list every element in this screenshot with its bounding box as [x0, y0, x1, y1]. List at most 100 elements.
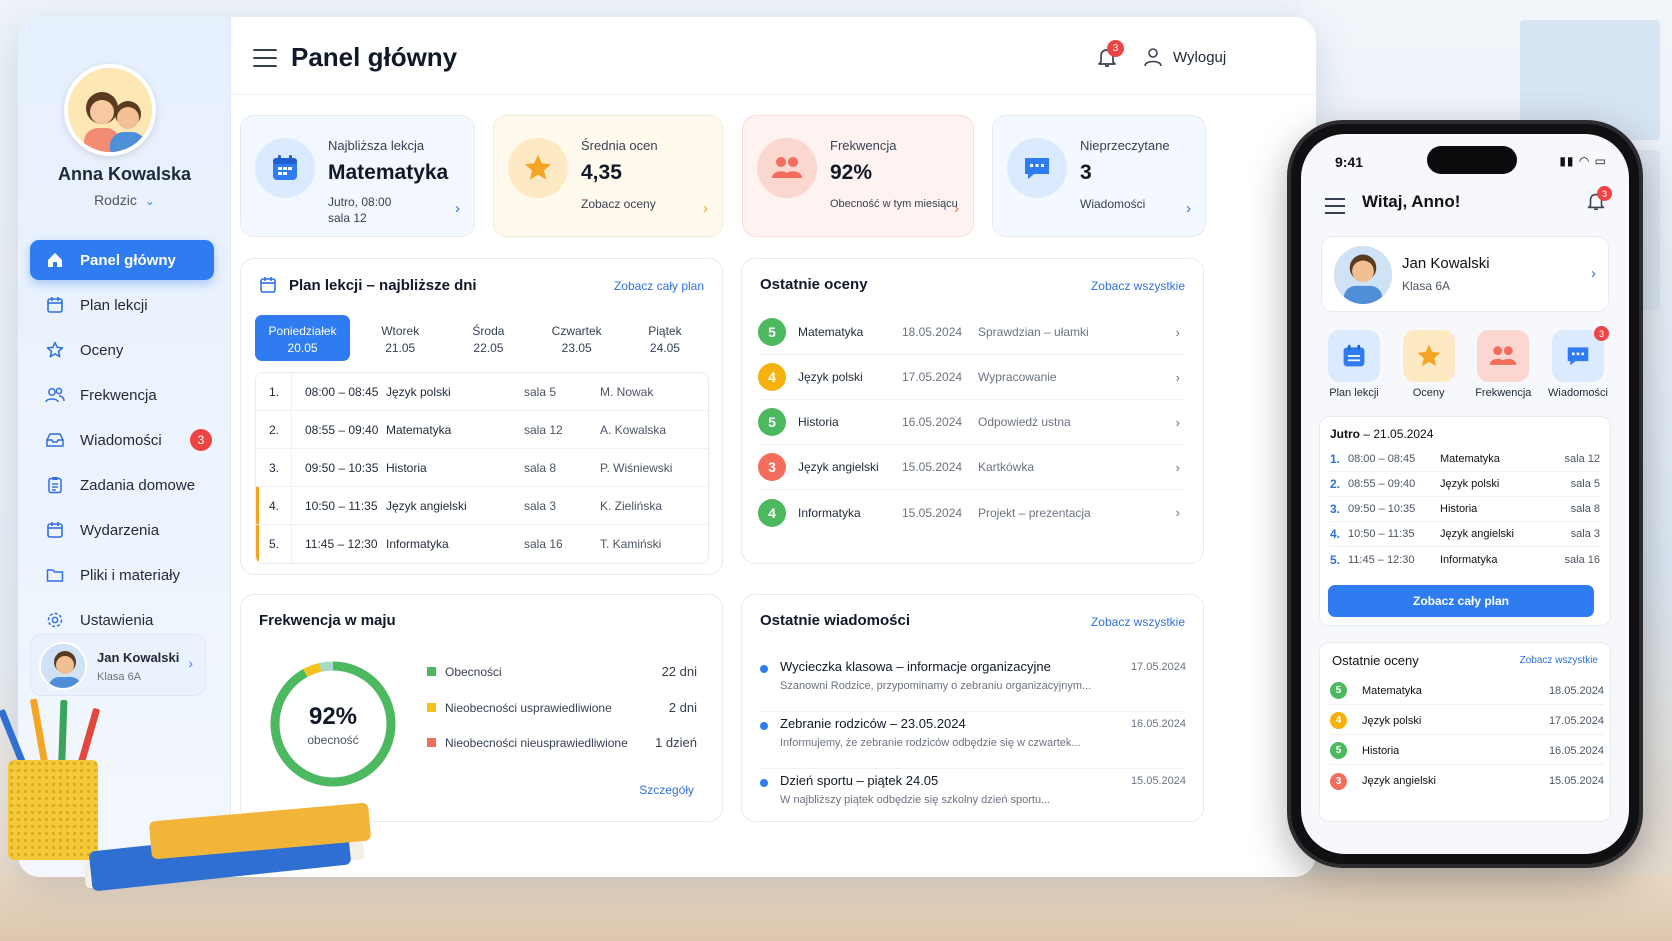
grade-badge: 5	[758, 318, 786, 346]
list-item[interactable]: 1. 08:00 – 08:45 Matematyka sala 12	[1330, 447, 1600, 472]
unread-dot	[760, 779, 768, 787]
list-item[interactable]: 3. 09:50 – 10:35 Historia sala 8	[1330, 497, 1600, 522]
stat-card-attendance[interactable]: Frekwencja 92% Obecność w tym miesiącu ›	[742, 115, 974, 237]
sidebar-item-oceny[interactable]: Oceny	[30, 330, 214, 370]
see-all-grades-link[interactable]: Zobacz wszystkie	[1520, 655, 1598, 666]
sidebar-item-wydarzenia[interactable]: Wydarzenia	[30, 510, 214, 550]
table-row[interactable]: 4. 10:50 – 11:35 Język angielski sala 3 K. Z…	[256, 487, 708, 525]
tab-day[interactable]: Wtorek 21.05	[356, 315, 444, 361]
lesson-number: 4.	[256, 487, 292, 524]
stat-card-unread[interactable]: Nieprzeczytane 3 Wiadomości ›	[992, 115, 1206, 237]
legend-label: Nieobecności nieusprawiedliwione	[445, 735, 628, 750]
list-item[interactable]: 4. 10:50 – 11:35 Język angielski sala 3	[1330, 522, 1600, 547]
message-preview: Informujemy, że zebranie rodziców odbędz…	[780, 737, 1081, 749]
user-role-selector[interactable]: Rodzic ⌄	[18, 192, 231, 208]
menu-icon[interactable]	[1325, 198, 1345, 219]
grade-row[interactable]: 4 Informatyka 15.05.2024 Projekt – prezenta…	[758, 490, 1186, 535]
user-icon	[1144, 48, 1162, 67]
attendance-title: Frekwencja w maju	[259, 612, 396, 629]
message-item[interactable]: Zebranie rodziców – 23.05.2024 Informujem…	[758, 713, 1186, 769]
grade-row[interactable]: 5 Historia 16.05.2024 Odpowiedź ustna ›	[758, 400, 1186, 445]
see-full-plan-button[interactable]: Zobacz cały plan	[1328, 585, 1594, 617]
chevron-right-icon: ›	[1591, 265, 1596, 282]
quick-wiadomosci[interactable]: Wiadomości 3	[1543, 326, 1613, 399]
lesson-room: sala 8	[524, 460, 557, 475]
lesson-time: 09:50 – 10:35	[305, 460, 379, 475]
dashboard-window: Anna Kowalska Rodzic ⌄ Panel główny Plan …	[18, 17, 1316, 877]
list-item[interactable]: 5 Matematyka 18.05.2024	[1330, 677, 1604, 705]
stat-time: Jutro, 08:00	[328, 195, 392, 209]
chevron-right-icon: ›	[188, 655, 193, 671]
user-avatar[interactable]	[64, 64, 156, 156]
tab-day[interactable]: Środa 22.05	[444, 315, 532, 361]
unread-badge: 3	[190, 429, 212, 451]
logout-button[interactable]: Wyloguj	[1143, 47, 1226, 67]
legend-label: Nieobecności usprawiedliwione	[445, 700, 612, 715]
lesson-time: 10:50 – 11:35	[305, 498, 378, 513]
see-all-messages-link[interactable]: Zobacz wszystkie	[1091, 615, 1185, 629]
inbox-icon	[44, 429, 66, 451]
grade-row[interactable]: 5 Matematyka 18.05.2024 Sprawdzian – ułamki…	[758, 310, 1186, 355]
quick-oceny[interactable]: Oceny	[1394, 330, 1464, 399]
lesson-teacher: M. Nowak	[600, 384, 654, 399]
lesson-room: sala 5	[524, 384, 557, 399]
lesson-subject: Matematyka	[386, 422, 452, 437]
lesson-subject: Matematyka	[1440, 453, 1500, 465]
lesson-subject: Informatyka	[386, 537, 449, 551]
user-name: Anna Kowalska	[57, 164, 192, 184]
details-link[interactable]: Szczegóły	[639, 783, 694, 797]
stat-link[interactable]: Zobacz oceny	[581, 196, 656, 212]
stat-card-average[interactable]: Średnia ocen 4,35 Zobacz oceny ›	[493, 115, 723, 237]
calendar-icon	[255, 138, 315, 198]
table-row[interactable]: 1. 08:00 – 08:45 Język polski sala 5 M. Nowa…	[256, 373, 708, 411]
list-item[interactable]: 2. 08:55 – 09:40 Język polski sala 5	[1330, 472, 1600, 497]
grade-desc: Sprawdzian – ułamki	[978, 325, 1089, 339]
message-preview: Szanowni Rodzice, przypominamy o zebrani…	[780, 680, 1092, 692]
lesson-time: 11:45 – 12:30	[305, 537, 378, 551]
see-all-grades-link[interactable]: Zobacz wszystkie	[1091, 279, 1185, 293]
list-item[interactable]: 5. 11:45 – 12:30 Informatyka sala 16	[1330, 547, 1600, 572]
chevron-right-icon: ›	[1186, 200, 1191, 217]
grade-row[interactable]: 3 Język angielski 15.05.2024 Kartkówka ›	[758, 445, 1186, 490]
sidebar-item-plan-lekcji[interactable]: Plan lekcji	[30, 285, 214, 325]
legend-label: Obecności	[445, 664, 502, 679]
grade-date: 17.05.2024	[902, 370, 963, 384]
stat-card-next-lesson[interactable]: Najbliższa lekcja Matematyka Jutro, 08:0…	[240, 115, 475, 237]
see-full-plan-link[interactable]: Zobacz cały plan	[614, 279, 704, 293]
list-item[interactable]: 3 Język angielski 15.05.2024	[1330, 767, 1604, 795]
chevron-right-icon: ›	[1175, 505, 1180, 520]
list-item[interactable]: 5 Historia 16.05.2024	[1330, 737, 1604, 765]
table-row[interactable]: 2. 08:55 – 09:40 Matematyka sala 12 A. Kowal…	[256, 411, 708, 449]
lesson-subject: Język polski	[386, 384, 451, 399]
table-row[interactable]: 3. 09:50 – 10:35 Historia sala 8 P. Wiśniews…	[256, 449, 708, 487]
sidebar-item-panel-glowny[interactable]: Panel główny	[30, 240, 214, 280]
child-switcher[interactable]: Jan Kowalski Klasa 6A ›	[30, 634, 206, 696]
sidebar-item-label: Wiadomości	[80, 431, 162, 449]
grade-date: 16.05.2024	[1548, 744, 1604, 757]
table-row[interactable]: 5. 11:45 – 12:30 Informatyka sala 16 T. Kami…	[256, 525, 708, 563]
list-item[interactable]: 4 Język polski 17.05.2024	[1330, 707, 1604, 735]
message-item[interactable]: Wycieczka klasowa – informacje organizac…	[758, 656, 1186, 712]
sidebar-item-frekwencja[interactable]: Frekwencja	[30, 375, 214, 415]
sidebar-item-wiadomosci[interactable]: Wiadomości 3	[30, 420, 214, 460]
quick-label: Frekwencja	[1475, 387, 1532, 399]
message-item[interactable]: Dzień sportu – piątek 24.05 W najbliższy …	[758, 770, 1186, 826]
lesson-room: sala 3	[1570, 528, 1600, 540]
lesson-subject: Język angielski	[1440, 528, 1514, 540]
quick-plan-lekcji[interactable]: Plan lekcji	[1319, 330, 1389, 399]
child-card[interactable]: Jan Kowalski Klasa 6A ›	[1321, 236, 1609, 312]
lesson-teacher: A. Kowalska	[600, 422, 667, 437]
tab-day[interactable]: Piątek 24.05	[621, 315, 709, 361]
tab-day[interactable]: Czwartek 23.05	[533, 315, 621, 361]
sidebar-item-pliki[interactable]: Pliki i materiały	[30, 555, 214, 595]
quick-frekwencja[interactable]: Frekwencja	[1468, 330, 1538, 399]
lesson-room: sala 16	[524, 537, 563, 551]
sidebar-item-label: Plan lekcji	[80, 296, 148, 314]
grade-row[interactable]: 4 Język polski 17.05.2024 Wypracowanie ›	[758, 355, 1186, 400]
menu-icon[interactable]	[253, 49, 277, 67]
lesson-time: 10:50 – 11:35	[1348, 528, 1415, 540]
calendar-icon	[1328, 330, 1380, 382]
grade-subject: Historia	[1362, 744, 1400, 757]
tab-day[interactable]: Poniedziałek 20.05	[255, 315, 351, 361]
sidebar-item-zadania-domowe[interactable]: Zadania domowe	[30, 465, 214, 505]
